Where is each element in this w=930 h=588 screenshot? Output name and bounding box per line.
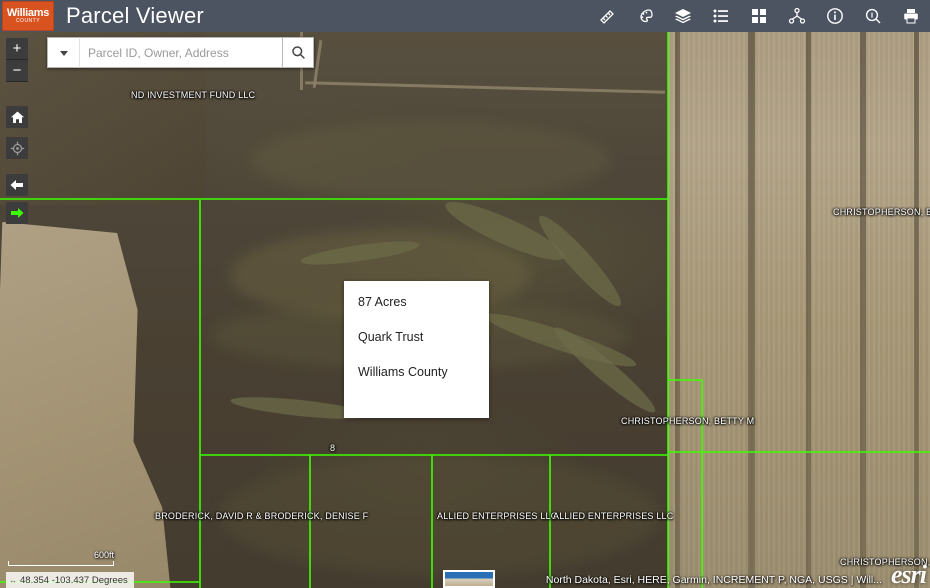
parcel-info-popup: 87 Acres Quark Trust Williams County [344,281,489,418]
esri-logo: esri [891,560,927,588]
zoom-controls: + − [6,38,28,82]
locate-button[interactable] [6,137,28,159]
coordinate-readout: ↔ 48.354 -103.437 Degrees [6,572,134,588]
measure-icon[interactable] [588,0,626,32]
previous-extent-button[interactable] [6,174,28,196]
search-button[interactable] [282,37,314,68]
parcel-label: ALLIED ENTERPRISES LLC [553,511,674,521]
parcel-viewer-app: ND INVESTMENT FUND LLC CHRISTOPHERSON, B… [0,0,930,588]
info-icon[interactable] [816,0,854,32]
zoom-in-button[interactable]: + [6,38,28,60]
map-attribution: North Dakota, Esri, HERE, Garmin, INCREM… [545,574,882,586]
locate-icon [10,141,24,155]
header-toolbar [588,0,930,32]
section-number-label: 8 [330,443,336,453]
coordinate-grip-icon[interactable]: ↔ [6,572,20,588]
parcel-label: ND INVESTMENT FUND LLC [131,90,256,100]
home-icon [10,111,24,123]
identify-icon[interactable] [854,0,892,32]
app-header: Williams COUNTY Parcel Viewer [0,0,930,32]
basemap-thumbnail-image [445,572,493,586]
popup-owner: Quark Trust [358,330,424,344]
basemap-gallery-icon[interactable] [740,0,778,32]
arrow-left-icon [10,180,23,190]
popup-county: Williams County [358,365,448,379]
arrow-right-icon [11,208,24,218]
legend-icon[interactable] [702,0,740,32]
next-extent-button[interactable] [6,202,28,224]
search-bar [47,37,314,68]
zoom-out-button[interactable]: − [6,60,28,82]
scale-bar: 600ft [8,550,114,566]
popup-acres: 87 Acres [358,295,407,309]
search-source-dropdown[interactable] [47,37,79,68]
search-icon [291,46,305,59]
williams-county-logo[interactable]: Williams COUNTY [2,1,54,31]
scale-bar-label: 600ft [93,550,114,560]
layers-icon[interactable] [664,0,702,32]
parcel-label: ALLIED ENTERPRISES LLC [437,511,558,521]
chevron-down-icon [59,50,68,56]
parcel-label: BRODERICK, DAVID R & BRODERICK, DENISE F [155,511,369,521]
search-input[interactable] [79,37,282,68]
logo-line-2: COUNTY [15,18,41,25]
basemap-toggle-thumbnail[interactable] [443,570,495,588]
share-icon[interactable] [778,0,816,32]
parcel-label: CHRISTOPHERSON, BE [833,207,930,217]
print-icon[interactable] [892,0,930,32]
scale-bar-line [8,561,114,566]
draw-icon[interactable] [626,0,664,32]
coordinate-text: 48.354 -103.437 Degrees [20,574,128,586]
page-title: Parcel Viewer [66,3,204,28]
parcel-label: CHRISTOPHERSON, BETTY M [621,416,755,426]
home-button[interactable] [6,106,28,128]
